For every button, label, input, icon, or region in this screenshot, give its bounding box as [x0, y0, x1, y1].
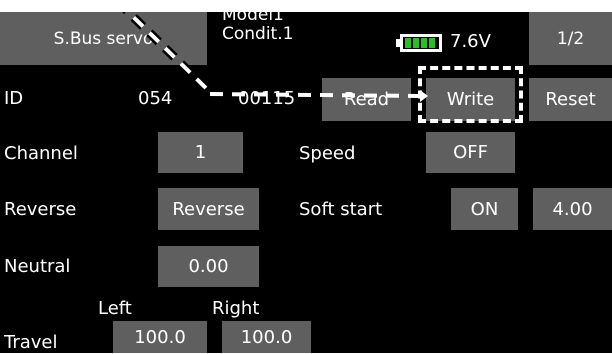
- callout-line-upper: [116, 0, 212, 94]
- callout-line-upper-shadow: [114, 0, 214, 96]
- callout-overlay: [114, 0, 428, 102]
- transmitter-screen: S.Bus servo Model1 Condit.1 7.6V 1/2 ID …: [0, 0, 612, 353]
- callout-arrowhead: [420, 90, 428, 102]
- callout-line-lower: [209, 92, 421, 98]
- top-strip: [0, 0, 612, 12]
